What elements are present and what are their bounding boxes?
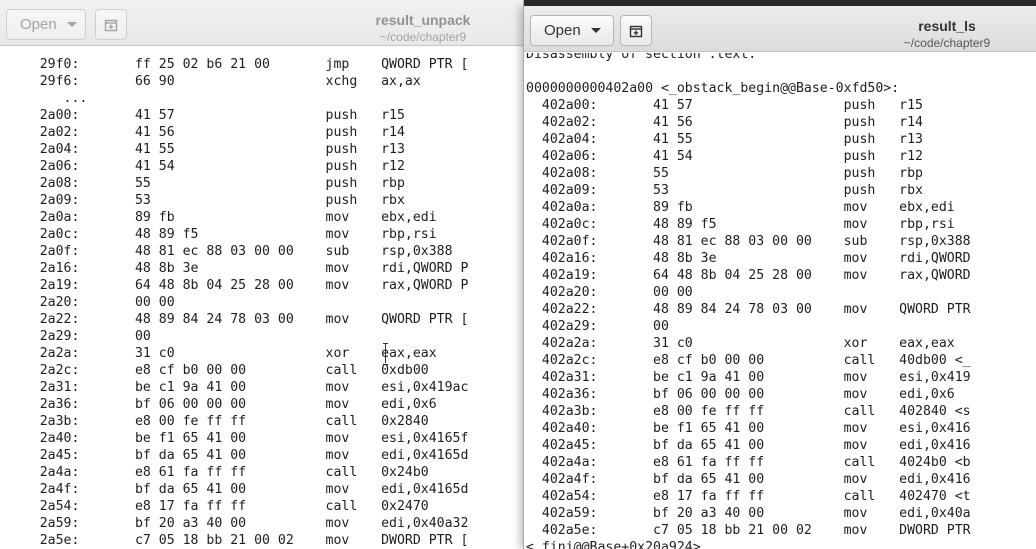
code-line: 2a54: e8 17 fa ff ff call 0x2470 (0, 499, 429, 514)
code-line: 2a29: 00 (0, 329, 151, 344)
code-line: 2a0f: 48 81 ec 88 03 00 00 sub rsp,0x388 (0, 244, 453, 259)
code-line: 402a4f: bf da 65 41 00 mov edi,0x416 (526, 472, 971, 487)
code-line: 402a22: 48 89 84 24 78 03 00 mov QWORD P… (526, 302, 971, 317)
new-document-icon (629, 25, 643, 37)
header-bar: Open result_ls ~/code/chapter9 (524, 6, 1036, 52)
code-line: 402a16: 48 8b 3e mov rdi,QWORD (526, 251, 971, 266)
code-line: 402a5e: c7 05 18 bb 21 00 02 mov DWORD P… (526, 523, 971, 538)
new-document-button[interactable] (95, 9, 127, 40)
window-title: result_unpack (375, 12, 471, 28)
result-ls-window: Open result_ls ~/code/chapter9 Disassemb… (523, 6, 1036, 549)
code-line: Disassembly of section .text: (526, 53, 757, 62)
code-line: 2a36: bf 06 00 00 00 mov edi,0x6 (0, 397, 437, 412)
open-button[interactable]: Open (530, 15, 614, 46)
code-line: 2a08: 55 push rbp (0, 176, 405, 191)
code-line: 2a2a: 31 c0 xor eax,eax (0, 346, 437, 361)
code-line: 2a2c: e8 cf b0 00 00 call 0xdb00 (0, 363, 429, 378)
code-line: 402a2a: 31 c0 xor eax,eax (526, 336, 955, 351)
window-title-area: result_ls ~/code/chapter9 (820, 18, 1036, 52)
code-line: 402a00: 41 57 push r15 (526, 98, 923, 113)
open-button-label: Open (20, 16, 57, 33)
code-line: 402a09: 53 push rbx (526, 183, 923, 198)
code-line: 402a0a: 89 fb mov ebx,edi (526, 200, 955, 215)
code-line: 402a20: 00 00 (526, 285, 693, 300)
code-line: <_fini@@Base+0x20a924> (526, 540, 701, 549)
code-line: 29f6: 66 90 xchg ax,ax (0, 74, 421, 89)
code-line: 2a02: 41 56 push r14 (0, 125, 405, 140)
code-line: ... (0, 91, 88, 106)
code-line: 2a5e: c7 05 18 bb 21 00 02 mov DWORD PTR… (0, 533, 469, 548)
code-line: 2a22: 48 89 84 24 78 03 00 mov QWORD PTR… (0, 312, 469, 327)
chevron-down-icon (590, 28, 601, 33)
code-line: 2a20: 00 00 (0, 295, 175, 310)
code-line: 0000000000402a00 <_obstack_begin@@Base-0… (526, 81, 900, 96)
open-button-label: Open (544, 22, 581, 39)
code-line: 402a08: 55 push rbp (526, 166, 923, 181)
code-line: 402a04: 41 55 push r13 (526, 132, 923, 147)
text-editor-area[interactable]: 29f0: ff 25 02 b6 21 00 jmp QWORD PTR [ … (0, 47, 523, 549)
code-line: 402a0c: 48 89 f5 mov rbp,rsi (526, 217, 955, 232)
code-line: 2a09: 53 push rbx (0, 193, 405, 208)
code-line: 402a45: bf da 65 41 00 mov edi,0x416 (526, 438, 971, 453)
window-subtitle: ~/code/chapter9 (903, 36, 991, 50)
text-editor-area[interactable]: Disassembly of section .text: 00000000004… (524, 53, 1036, 549)
window-subtitle: ~/code/chapter9 (379, 30, 467, 44)
open-button[interactable]: Open (6, 9, 86, 40)
code-line: 2a06: 41 54 push r12 (0, 159, 405, 174)
code-line: 2a19: 64 48 8b 04 25 28 00 mov rax,QWORD… (0, 278, 469, 293)
code-line: 2a00: 41 57 push r15 (0, 108, 405, 123)
chevron-down-icon (66, 22, 77, 27)
code-line: 402a3b: e8 00 fe ff ff call 402840 <s (526, 404, 971, 419)
header-bar: Open result_unpack ~/code/chapter9 (0, 0, 523, 46)
code-line: 2a4a: e8 61 fa ff ff call 0x24b0 (0, 465, 429, 480)
code-line: 2a0c: 48 89 f5 mov rbp,rsi (0, 227, 437, 242)
new-document-button[interactable] (620, 15, 652, 46)
code-line: 2a4f: bf da 65 41 00 mov edi,0x4165d (0, 482, 469, 497)
code-line: 402a4a: e8 61 fa ff ff call 4024b0 <b (526, 455, 971, 470)
code-line: 402a06: 41 54 push r12 (526, 149, 923, 164)
code-line: 402a29: 00 (526, 319, 669, 334)
code-line: 402a36: bf 06 00 00 00 mov edi,0x6 (526, 387, 955, 402)
code-line: 2a0a: 89 fb mov ebx,edi (0, 210, 437, 225)
window-title: result_ls (918, 18, 976, 34)
code-line: 402a02: 41 56 push r14 (526, 115, 923, 130)
code-line: 402a2c: e8 cf b0 00 00 call 40db00 <_ (526, 353, 971, 368)
code-line: 2a45: bf da 65 41 00 mov edi,0x4165d (0, 448, 469, 463)
code-line: 2a40: be f1 65 41 00 mov esi,0x4165f (0, 431, 469, 446)
code-line: 2a16: 48 8b 3e mov rdi,QWORD P (0, 261, 469, 276)
code-line: 2a59: bf 20 a3 40 00 mov edi,0x40a32 (0, 516, 469, 531)
code-line: 402a59: bf 20 a3 40 00 mov edi,0x40a (526, 506, 971, 521)
code-line: 2a31: be c1 9a 41 00 mov esi,0x419ac (0, 380, 469, 395)
code-line: 29f0: ff 25 02 b6 21 00 jmp QWORD PTR [ (0, 57, 469, 72)
new-document-icon (104, 19, 118, 31)
code-line: 402a31: be c1 9a 41 00 mov esi,0x419 (526, 370, 971, 385)
code-line: 402a54: e8 17 fa ff ff call 402470 <t (526, 489, 971, 504)
code-line: 402a0f: 48 81 ec 88 03 00 00 sub rsp,0x3… (526, 234, 971, 249)
window-title-area: result_unpack ~/code/chapter9 (300, 12, 523, 46)
result-unpack-window: Open result_unpack ~/code/chapter9 29f0:… (0, 0, 524, 549)
code-line: 402a19: 64 48 8b 04 25 28 00 mov rax,QWO… (526, 268, 971, 283)
code-line: 2a3b: e8 00 fe ff ff call 0x2840 (0, 414, 429, 429)
code-line: 402a40: be f1 65 41 00 mov esi,0x416 (526, 421, 971, 436)
code-line: 2a04: 41 55 push r13 (0, 142, 405, 157)
